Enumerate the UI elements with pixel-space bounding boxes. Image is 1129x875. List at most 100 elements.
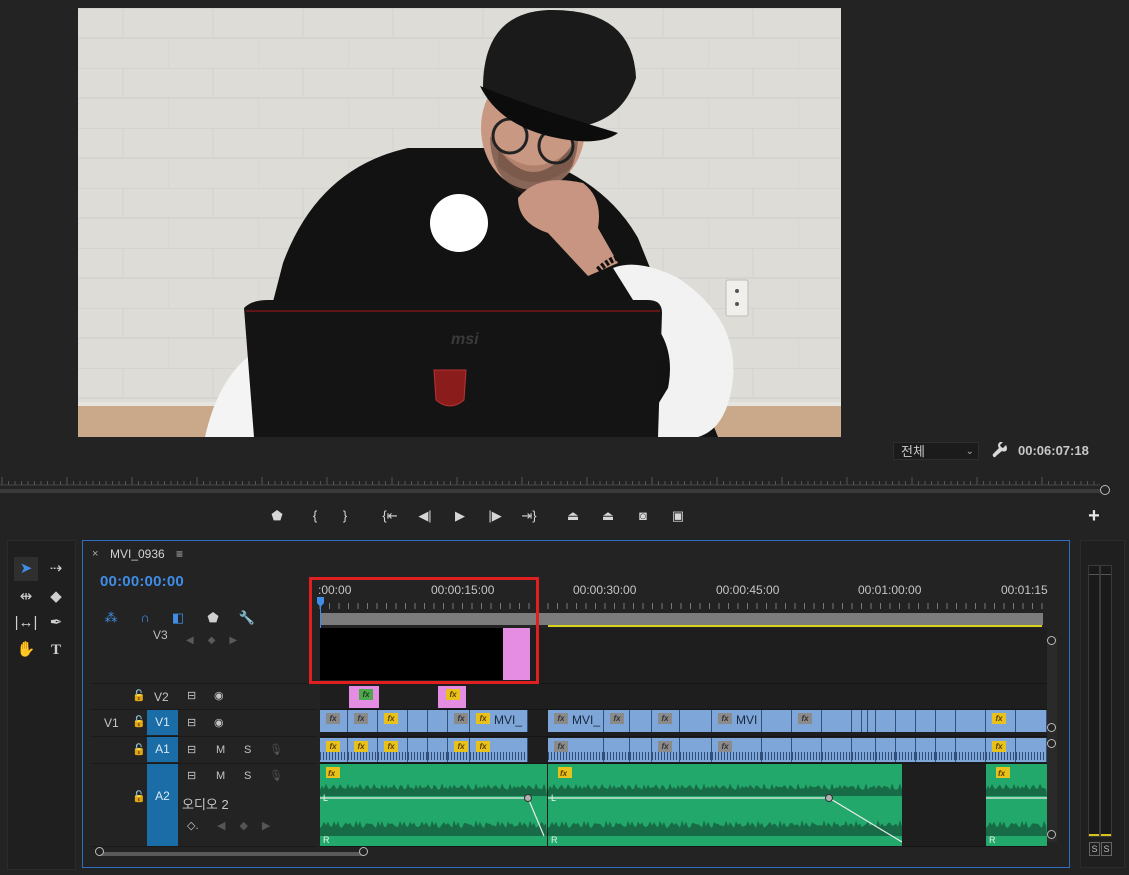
go-to-out-button[interactable]: ⇥} xyxy=(519,506,539,526)
v1-clip[interactable] xyxy=(876,710,896,732)
v1-clip[interactable]: fx xyxy=(448,710,470,732)
v1-clip[interactable] xyxy=(852,710,862,732)
track-area-v2[interactable] xyxy=(320,684,1047,710)
mute-button[interactable]: M xyxy=(216,770,225,782)
video-frame[interactable]: msi xyxy=(78,8,841,437)
a1-clip[interactable] xyxy=(852,738,876,762)
solo-button[interactable]: S xyxy=(244,744,251,756)
button-editor-add-button[interactable]: + xyxy=(1084,506,1104,526)
v1-clip[interactable]: fx xyxy=(604,710,630,732)
monitor-scrollbar[interactable] xyxy=(0,489,1104,493)
eye-icon[interactable]: ◉ xyxy=(214,716,224,729)
v1-clip[interactable]: fx xyxy=(348,710,378,732)
v1-clip[interactable] xyxy=(916,710,936,732)
linked-selection-icon[interactable]: ◧ xyxy=(168,608,188,628)
eye-icon[interactable]: ◉ xyxy=(214,689,224,702)
v1-clip[interactable]: fx xyxy=(378,710,408,732)
mute-button[interactable]: M xyxy=(216,744,225,756)
v1-clip[interactable] xyxy=(822,710,852,732)
v1-clip[interactable]: fx xyxy=(320,710,348,732)
a1-clip[interactable] xyxy=(822,738,852,762)
comparison-view-button[interactable]: ▣ xyxy=(668,506,688,526)
a1-clip[interactable] xyxy=(630,738,652,762)
v1-clip[interactable]: fx xyxy=(652,710,680,732)
monitor-time-ruler[interactable] xyxy=(0,474,1100,486)
timeline-settings-wrench-icon[interactable]: 🔧 xyxy=(237,608,257,628)
a1-clip[interactable] xyxy=(1016,738,1047,762)
v1-clip[interactable] xyxy=(680,710,712,732)
add-keyframe-icon[interactable]: ◇. xyxy=(187,819,199,832)
hscroll-handle-left[interactable] xyxy=(95,847,104,856)
track-select-tool-icon[interactable]: ⇢ xyxy=(44,557,68,581)
v1-clip[interactable] xyxy=(936,710,956,732)
v1-clip[interactable]: fx MVI xyxy=(712,710,762,732)
go-to-in-button[interactable]: {⇤ xyxy=(380,506,400,526)
a1-clip[interactable]: fx xyxy=(548,738,604,762)
source-patch-v1[interactable]: V1 xyxy=(104,716,119,730)
zoom-level-select[interactable]: 전체 ⌄ xyxy=(893,442,979,460)
a1-clip[interactable] xyxy=(896,738,916,762)
panel-menu-icon[interactable]: ≡ xyxy=(176,547,183,561)
lock-icon[interactable]: 🔓 xyxy=(132,689,146,702)
v1-clip[interactable]: fx MVI_ xyxy=(548,710,604,732)
track-target-a1[interactable]: A1 xyxy=(147,737,178,762)
a1-clip[interactable] xyxy=(680,738,712,762)
microphone-icon[interactable]: 🎙 xyxy=(269,743,283,756)
v2-clip[interactable]: fx xyxy=(438,686,466,708)
close-icon[interactable]: × xyxy=(92,548,98,560)
keyframe-nav[interactable]: ◀◆▶ xyxy=(217,819,284,832)
v2-clip[interactable]: fx xyxy=(349,686,379,708)
timeline-horizontal-scrollbar[interactable] xyxy=(100,852,364,856)
ripple-edit-tool-icon[interactable]: ⇹ xyxy=(14,585,38,609)
snap-magnet-icon[interactable]: ∩ xyxy=(135,608,155,628)
v1-clip[interactable] xyxy=(762,710,792,732)
sync-lock-icon[interactable]: ⊟ xyxy=(187,689,196,702)
keyframe-nav[interactable]: ◀◆▶ xyxy=(186,635,251,646)
a1-clip[interactable] xyxy=(792,738,822,762)
solo-right-button[interactable]: S xyxy=(1101,842,1112,856)
v1-clip[interactable] xyxy=(408,710,428,732)
step-back-button[interactable]: ◀| xyxy=(415,506,435,526)
a1-clip[interactable] xyxy=(762,738,792,762)
step-forward-button[interactable]: |▶ xyxy=(485,506,505,526)
v1-clip[interactable]: fx xyxy=(986,710,1016,732)
microphone-icon[interactable]: 🎙 xyxy=(269,769,283,782)
track-target-v1[interactable]: V1 xyxy=(147,710,178,735)
a2-clip[interactable]: R fx xyxy=(986,764,1047,846)
play-button[interactable]: ▶ xyxy=(450,506,470,526)
solo-button[interactable]: S xyxy=(244,770,251,782)
v1-clip[interactable] xyxy=(868,710,876,732)
v1-clip[interactable] xyxy=(1016,710,1047,732)
razor-tool-icon[interactable]: ◆ xyxy=(44,585,68,609)
a1-clip[interactable]: fx xyxy=(986,738,1016,762)
sync-lock-icon[interactable]: ⊟ xyxy=(187,743,196,756)
a1-clip[interactable]: fx xyxy=(470,738,528,762)
mark-in-button[interactable]: { xyxy=(305,506,325,526)
track-name-a2[interactable]: 오디오 2 xyxy=(182,794,229,813)
hand-tool-icon[interactable]: ✋ xyxy=(14,638,38,662)
a1-clip[interactable]: fx xyxy=(712,738,762,762)
v1-clip[interactable] xyxy=(630,710,652,732)
a2-clip[interactable]: L R fx xyxy=(320,764,547,846)
track-target-a2[interactable]: A2 xyxy=(147,764,178,846)
a1-clip[interactable] xyxy=(428,738,448,762)
lock-icon[interactable]: 🔓 xyxy=(132,743,146,756)
a1-clip[interactable] xyxy=(916,738,936,762)
hscroll-handle-right[interactable] xyxy=(359,847,368,856)
v1-clip[interactable] xyxy=(428,710,448,732)
type-tool-icon[interactable]: T xyxy=(44,638,68,662)
monitor-scroll-handle[interactable] xyxy=(1100,485,1110,495)
v1-clip[interactable]: fx MVI_ xyxy=(470,710,528,732)
a1-clip[interactable] xyxy=(604,738,630,762)
a1-clip[interactable]: fx xyxy=(348,738,378,762)
a1-clip[interactable] xyxy=(876,738,896,762)
pen-tool-icon[interactable]: ✒ xyxy=(44,611,68,635)
a1-clip[interactable]: fx xyxy=(448,738,470,762)
v1-clip[interactable]: fx xyxy=(792,710,822,732)
sync-lock-icon[interactable]: ⊟ xyxy=(187,716,196,729)
sequence-tab[interactable]: MVI_0936 xyxy=(110,547,165,561)
nest-insert-icon[interactable]: ⁂ xyxy=(101,608,121,628)
v1-clip[interactable] xyxy=(896,710,916,732)
a1-clip[interactable]: fx xyxy=(320,738,348,762)
settings-wrench-icon[interactable] xyxy=(992,441,1008,458)
